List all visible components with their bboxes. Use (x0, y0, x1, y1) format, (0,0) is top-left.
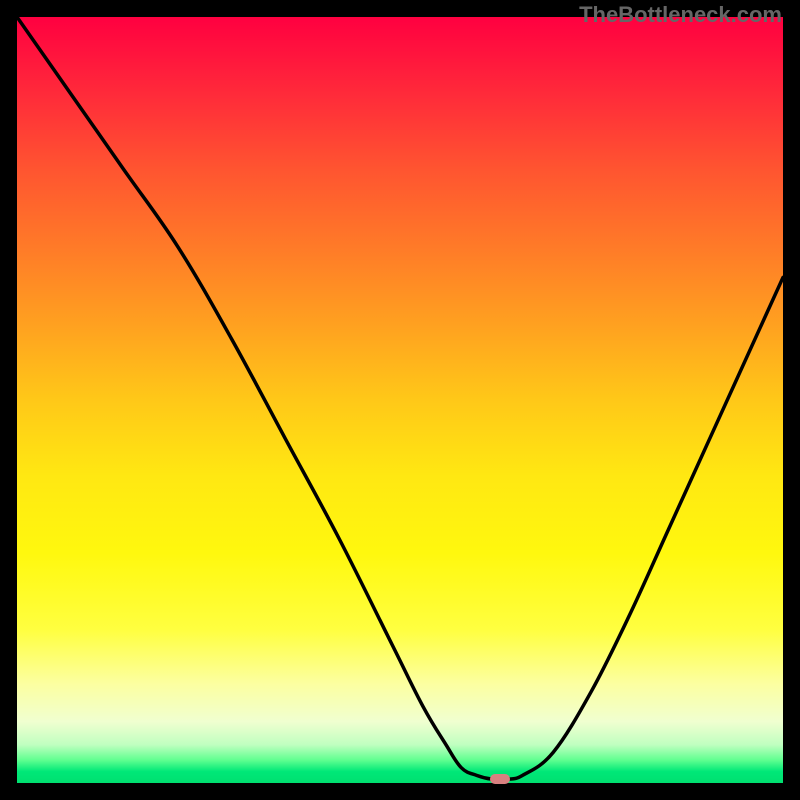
chart-container: TheBottleneck.com (0, 0, 800, 800)
watermark-text: TheBottleneck.com (579, 2, 782, 28)
optimal-marker (490, 774, 510, 784)
bottleneck-curve (17, 17, 783, 783)
